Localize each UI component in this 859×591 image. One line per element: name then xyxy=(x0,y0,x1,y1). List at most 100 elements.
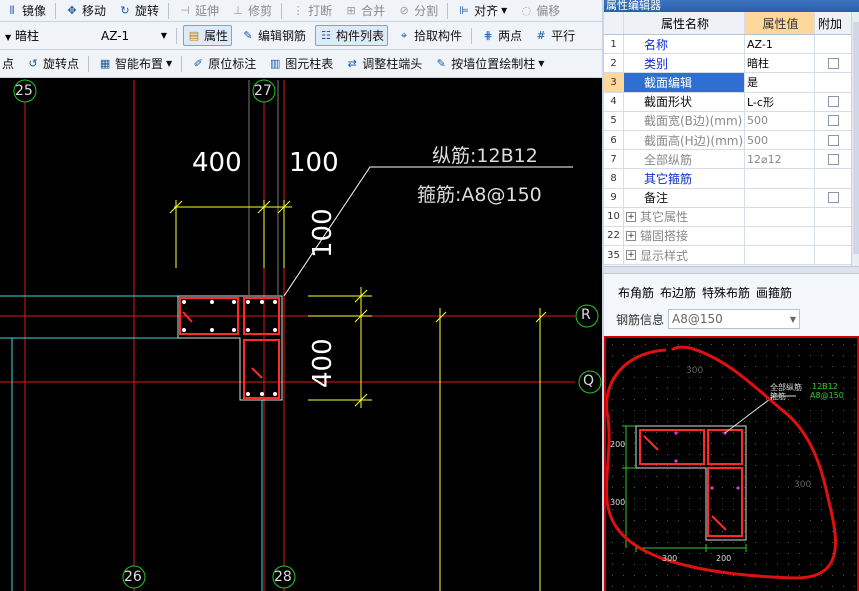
property-value[interactable] xyxy=(745,226,815,246)
parallel-button[interactable]: # 平行 xyxy=(531,26,578,45)
element-table-button[interactable]: ▥ 图元柱表 xyxy=(265,54,336,73)
property-row[interactable]: 8 其它箍筋 xyxy=(604,169,851,189)
property-editor-panel: 属性编辑器 属性名称 属性值 附加 1 名称 AZ-1 2 类别 暗柱 3 截面编辑 是 4 截面形… xyxy=(604,0,859,591)
scrollbar-thumb[interactable] xyxy=(853,22,859,254)
property-row[interactable]: 5 截面宽(B边)(mm) 500 xyxy=(604,111,851,131)
split-button[interactable]: ⊘ 分割 xyxy=(394,1,441,20)
property-row[interactable]: 1 名称 AZ-1 xyxy=(604,35,851,55)
dim-100-side: 100 xyxy=(308,208,338,258)
rotate-point-button[interactable]: ↺ 旋转点 xyxy=(23,54,82,73)
attach-checkbox[interactable] xyxy=(827,153,839,165)
chevron-down-icon: ▼ xyxy=(789,314,797,324)
property-row[interactable]: 3 截面编辑 是 xyxy=(604,73,851,93)
draw-stirrup-tab[interactable]: 画箍筋 xyxy=(756,284,792,301)
property-value[interactable] xyxy=(745,207,815,226)
property-row[interactable]: 6 截面高(H边)(mm) 500 xyxy=(604,130,851,151)
origin-annotation-button[interactable]: ✐ 原位标注 xyxy=(188,54,259,73)
corner-rebar-tab[interactable]: 布角筋 xyxy=(618,284,654,301)
mirror-button[interactable]: ⫴ 镜像 xyxy=(2,1,49,20)
preview-legend-val-1: 12B12 xyxy=(812,382,838,391)
rotate-icon: ↻ xyxy=(120,4,130,17)
rebar-info-row: 钢筋信息 A8@150 ▼ xyxy=(604,308,859,330)
dim-100-top: 100 xyxy=(289,148,339,178)
property-name-text: 截面编辑 xyxy=(644,75,693,90)
property-row[interactable]: 10 + 其它属性 xyxy=(604,207,851,227)
point-button[interactable]: 点 xyxy=(2,54,17,73)
break-button[interactable]: ⋮ 打断 xyxy=(288,1,335,20)
property-value[interactable]: AZ-1 xyxy=(745,35,815,54)
property-row[interactable]: 22 + 锚固搭接 xyxy=(604,226,851,247)
offset-button[interactable]: ◌ 偏移 xyxy=(516,1,563,20)
rebar-info-select[interactable]: A8@150 ▼ xyxy=(668,309,801,329)
trim-button[interactable]: ⊥ 修剪 xyxy=(228,1,275,20)
rebar-info-label: 钢筋信息 xyxy=(616,312,665,327)
attach-checkbox[interactable] xyxy=(827,115,839,127)
axis-label-28: 28 xyxy=(274,569,292,585)
merge-button[interactable]: ⊞ 合并 xyxy=(341,1,388,20)
property-scrollbar[interactable] xyxy=(851,12,859,266)
component-list-button[interactable]: ☷ 构件列表 xyxy=(315,25,389,46)
smart-layout-button[interactable]: ▦ 智能布置 ▼ xyxy=(95,54,175,73)
attach-checkbox[interactable] xyxy=(827,192,839,204)
property-table-header: 属性名称 属性值 附加 xyxy=(604,12,851,35)
property-attach xyxy=(815,73,851,91)
property-value[interactable] xyxy=(745,246,815,265)
attach-checkbox[interactable] xyxy=(827,134,839,146)
properties-button[interactable]: ▤ 属性 xyxy=(183,25,233,46)
row-number: 8 xyxy=(604,169,624,188)
property-row[interactable]: 35 + 显示样式 xyxy=(604,246,851,266)
property-name-text: 名称 xyxy=(644,37,669,52)
edge-rebar-tab[interactable]: 布边筋 xyxy=(660,284,696,301)
property-value[interactable]: 500 xyxy=(745,130,815,150)
property-attach xyxy=(815,93,851,111)
adjust-icon: ⇄ xyxy=(347,57,357,70)
two-points-button[interactable]: ⋕ 两点 xyxy=(478,26,525,45)
property-name-text: 锚固搭接 xyxy=(640,229,689,244)
component-type-select[interactable]: ▼ 暗柱 xyxy=(2,26,92,46)
attach-checkbox[interactable] xyxy=(827,96,839,108)
property-value[interactable] xyxy=(745,188,815,207)
property-attach xyxy=(815,208,851,226)
row-number: 22 xyxy=(604,226,624,246)
section-preview[interactable]: 全部纵筋 箍筋 12B12 A8@150 300 200 300 300 200… xyxy=(604,336,859,591)
expand-icon[interactable]: + xyxy=(626,250,636,261)
rotate-button[interactable]: ↻ 旋转 xyxy=(115,1,162,20)
move-button[interactable]: ✥ 移动 xyxy=(62,1,109,20)
row-number: 7 xyxy=(604,150,624,169)
list-icon: ☷ xyxy=(321,29,331,42)
expand-icon[interactable]: + xyxy=(626,230,636,241)
draw-by-wall-button[interactable]: ✎ 按墙位置绘制柱 ▼ xyxy=(431,54,547,73)
eyedropper-icon: ⌖ xyxy=(400,28,408,42)
panel-divider[interactable] xyxy=(604,266,859,274)
extend-button[interactable]: ⊣ 延伸 xyxy=(175,1,222,20)
property-name-text: 备注 xyxy=(644,191,669,206)
special-rebar-tab[interactable]: 特殊布筋 xyxy=(702,284,750,301)
expand-icon[interactable]: + xyxy=(626,211,636,222)
property-name: + 显示样式 xyxy=(624,246,745,265)
property-row[interactable]: 2 类别 暗柱 xyxy=(604,54,851,74)
preview-dim-300-right: 300 xyxy=(794,480,812,490)
property-value[interactable]: 500 xyxy=(745,111,815,130)
property-row[interactable]: 7 全部纵筋 12⌀12 xyxy=(604,150,851,170)
property-row[interactable]: 4 截面形状 L-c形 xyxy=(604,92,851,112)
property-row[interactable]: 9 备注 xyxy=(604,188,851,208)
property-value[interactable]: 12⌀12 xyxy=(745,150,815,169)
preview-dim-200: 200 xyxy=(610,440,626,449)
property-value[interactable]: 是 xyxy=(745,73,815,92)
toolbar-separator xyxy=(88,55,90,72)
property-value[interactable]: L-c形 xyxy=(745,92,815,111)
section-preview-svg xyxy=(606,344,855,587)
adjust-column-end-button[interactable]: ⇄ 调整柱端头 xyxy=(342,54,425,73)
toolbar-separator xyxy=(176,27,177,44)
property-value[interactable] xyxy=(745,169,815,188)
axis-label-Q: Q xyxy=(583,373,595,389)
preview-dim-300-bottom: 300 xyxy=(662,554,678,563)
drawing-canvas[interactable]: 25 27 26 28 R Q 400 100 100 400 纵筋:12B12… xyxy=(0,78,602,591)
component-name-select[interactable]: AZ-1 ▼ xyxy=(98,26,170,46)
pick-component-button[interactable]: ⌖ 拾取构件 xyxy=(394,26,465,45)
attach-checkbox[interactable] xyxy=(827,57,839,69)
row-number: 35 xyxy=(604,246,624,265)
property-value[interactable]: 暗柱 xyxy=(745,54,815,73)
align-button[interactable]: ⊫ 对齐 ▼ xyxy=(454,1,510,20)
edit-rebar-button[interactable]: ✎ 编辑钢筋 xyxy=(238,26,309,45)
